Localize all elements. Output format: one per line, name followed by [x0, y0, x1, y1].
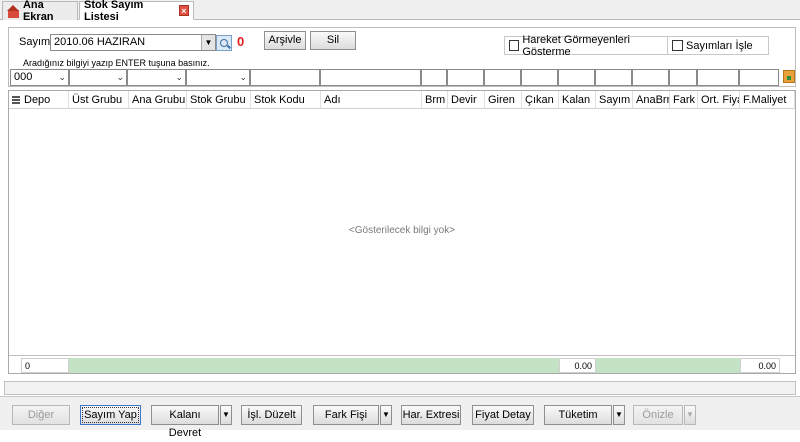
filter-ana-grubu[interactable]: ⌄: [127, 69, 186, 86]
fark-fisi-button[interactable]: Fark Fişi: [313, 405, 379, 425]
column-header[interactable]: AnaBrm: [633, 91, 670, 109]
filter-kalan[interactable]: [558, 69, 595, 86]
footer-summary-bar: [596, 358, 740, 373]
home-icon: [7, 4, 19, 18]
column-header[interactable]: Fark: [670, 91, 698, 109]
filter-devir[interactable]: [447, 69, 484, 86]
column-chooser-icon[interactable]: [12, 96, 20, 104]
column-header[interactable]: Ana Grubu: [129, 91, 187, 109]
tab-label: Ana Ekran: [22, 0, 54, 23]
close-icon[interactable]: ×: [178, 5, 189, 16]
footer-kalan: 0.00: [559, 358, 596, 373]
chevron-down-icon[interactable]: ⌄: [175, 70, 183, 85]
chevron-down-icon[interactable]: ⌄: [116, 70, 124, 85]
tab-stok-sayim-listesi[interactable]: Stok Sayım Listesi ×: [79, 0, 194, 23]
har-extresi-button[interactable]: Har. Extresi: [401, 405, 461, 425]
data-grid: Depo Üst Grubu Ana Grubu Stok Grubu Stok…: [8, 90, 796, 374]
filter-adi[interactable]: [320, 69, 421, 86]
column-header[interactable]: Ort. Fiyat: [698, 91, 740, 109]
sayimlari-label: Sayımları İşle: [686, 39, 753, 52]
kalani-devret-button[interactable]: Kalanı Devret: [151, 405, 219, 439]
filter-giren[interactable]: [484, 69, 521, 86]
chevron-down-icon[interactable]: ▼: [380, 405, 392, 425]
filter-sayim[interactable]: [595, 69, 632, 86]
chevron-down-icon[interactable]: ▼: [201, 35, 215, 50]
record-count: 0: [237, 34, 245, 49]
filter-stok-kodu[interactable]: [250, 69, 320, 86]
filter-f-maliyet[interactable]: [739, 69, 779, 86]
filter-depo-value: 000: [14, 71, 33, 83]
hareket-checkbox[interactable]: Hareket Görmeyenleri Gösterme: [504, 33, 670, 58]
hareket-label: Hareket Görmeyenleri Gösterme: [522, 33, 630, 58]
column-header[interactable]: Kalan: [559, 91, 596, 109]
sayimlari-isle-checkbox[interactable]: Sayımları İşle: [667, 36, 769, 55]
sayim-yap-button[interactable]: Sayım Yap: [80, 405, 141, 425]
filter-depo[interactable]: 000 ⌄: [10, 69, 69, 86]
column-header[interactable]: Stok Grubu: [187, 91, 251, 109]
tab-label: Stok Sayım Listesi: [84, 0, 144, 23]
column-header[interactable]: Çıkan: [522, 91, 559, 109]
status-strip: [4, 381, 796, 395]
filter-anabrm[interactable]: [632, 69, 669, 86]
chevron-down-icon[interactable]: ⌄: [239, 70, 247, 85]
bottom-toolbar: Diğer Sayım Yap Kalanı Devret ▼ İşl. Düz…: [0, 396, 800, 439]
sayim-select[interactable]: 2010.06 HAZIRAN ▼: [50, 34, 216, 51]
tuketim-button[interactable]: Tüketim: [544, 405, 612, 425]
tab-ana-ekran[interactable]: Ana Ekran: [2, 0, 78, 23]
chevron-down-icon[interactable]: ▼: [684, 405, 696, 425]
checkbox-icon[interactable]: [509, 40, 520, 51]
filter-icon[interactable]: [783, 70, 795, 83]
onizle-button[interactable]: Önizle: [633, 405, 683, 425]
tab-bar: Ana Ekran Stok Sayım Listesi ×: [0, 0, 800, 23]
fiyat-detay-button[interactable]: Fiyat Detay: [472, 405, 534, 425]
search-icon[interactable]: [216, 35, 232, 51]
column-header[interactable]: Depo: [21, 91, 69, 109]
filter-stok-grubu[interactable]: ⌄: [186, 69, 250, 86]
column-header[interactable]: F.Maliyet: [740, 91, 795, 109]
filter-ust-grubu[interactable]: ⌄: [69, 69, 127, 86]
filter-cikan[interactable]: [521, 69, 558, 86]
checkbox-icon[interactable]: [672, 40, 683, 51]
diger-button[interactable]: Diğer: [12, 405, 70, 425]
footer-maliyet: 0.00: [740, 358, 780, 373]
filter-ort-fiyat[interactable]: [697, 69, 739, 86]
grid-footer: 0 0.00 0.00: [9, 355, 795, 373]
column-header[interactable]: Üst Grubu: [69, 91, 129, 109]
sayim-label: Sayım: [19, 36, 51, 48]
isl-duzelt-button[interactable]: İşl. Düzelt: [241, 405, 302, 425]
column-header[interactable]: Sayım: [596, 91, 633, 109]
sayim-value: 2010.06 HAZIRAN: [54, 36, 146, 48]
column-header[interactable]: Devir: [448, 91, 485, 109]
column-header[interactable]: Giren: [485, 91, 522, 109]
empty-message: <Gösterilecek bilgi yok>: [348, 225, 456, 236]
footer-count: 0: [21, 358, 69, 373]
column-header[interactable]: Brm: [422, 91, 448, 109]
chevron-down-icon[interactable]: ⌄: [58, 70, 66, 85]
column-header[interactable]: Adı: [321, 91, 422, 109]
chevron-down-icon[interactable]: ▼: [613, 405, 625, 425]
search-hint: Aradığınız bilgiyi yazıp ENTER tuşuna ba…: [23, 58, 210, 68]
sil-button[interactable]: Sil: [310, 31, 356, 50]
grid-header: Depo Üst Grubu Ana Grubu Stok Grubu Stok…: [9, 91, 795, 109]
filter-fark[interactable]: [669, 69, 697, 86]
filter-brm[interactable]: [421, 69, 447, 86]
footer-summary-bar: [69, 358, 559, 373]
chevron-down-icon[interactable]: ▼: [220, 405, 232, 425]
arsivle-button[interactable]: Arşivle: [264, 31, 306, 50]
column-header[interactable]: Stok Kodu: [251, 91, 321, 109]
